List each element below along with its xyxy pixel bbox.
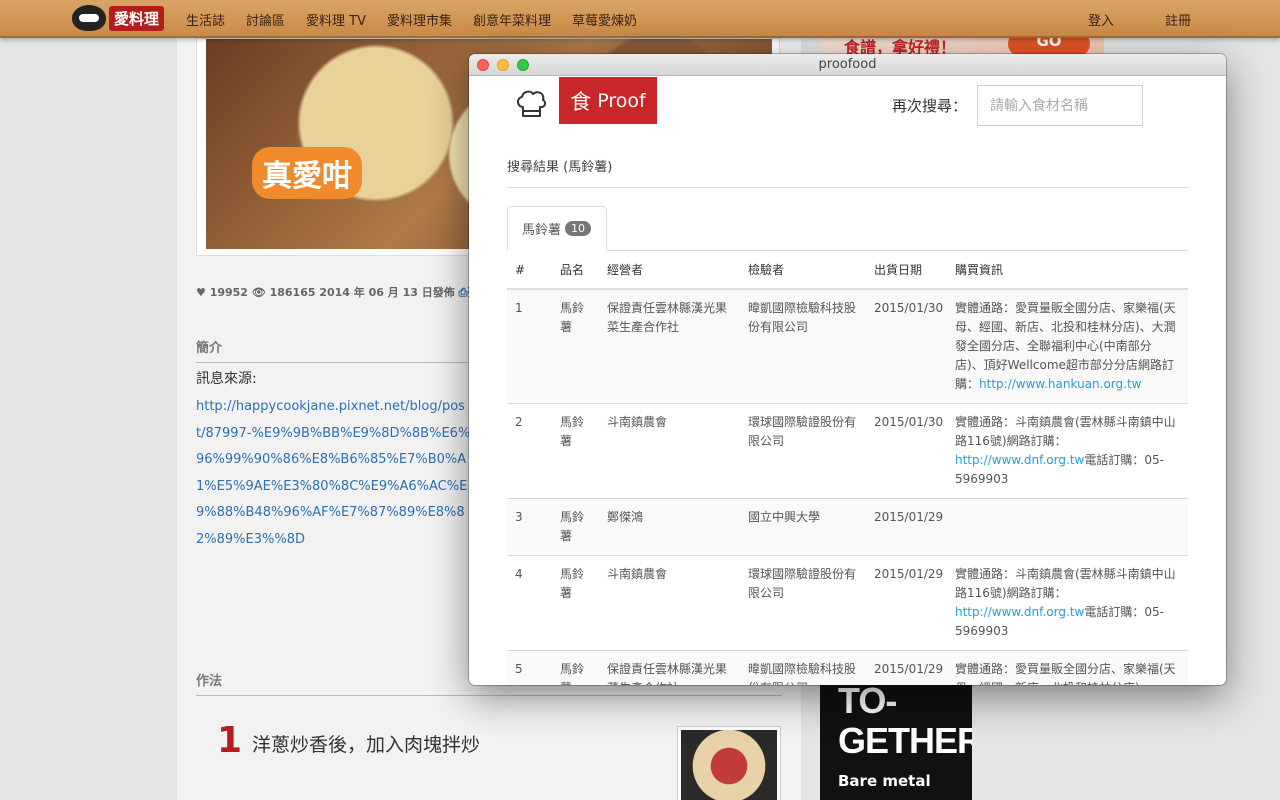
minimize-window-button[interactable] [497, 59, 509, 71]
search-label: 再次搜尋： [892, 97, 968, 115]
row-inspector: 環球國際驗證股份有限公司 [740, 403, 866, 499]
ad-banner-bottom[interactable]: TO- GETHER. Bare metal [820, 684, 972, 800]
row-inspector: 環球國際驗證股份有限公司 [740, 555, 866, 651]
col-header-name: 品名 [552, 251, 599, 290]
row-operator: 鄭傑鴻 [599, 498, 740, 556]
row-number: 4 [507, 555, 552, 651]
ad-line-1: TO- [838, 684, 897, 721]
brand-zh: 食 [570, 89, 592, 114]
brand-en: Proof [597, 89, 646, 112]
row-inspector: 暐凱國際檢驗科技股份有限公司 [740, 288, 866, 404]
col-header-inspector: 檢驗者 [740, 251, 866, 290]
source-url[interactable]: http://happycookjane.pixnet.net/blog/pos… [196, 394, 471, 553]
row-date: 2015/01/29 [866, 555, 947, 651]
buy-link[interactable]: http://www.dnf.org.tw [955, 605, 1084, 619]
row-date: 2015/01/30 [866, 403, 947, 499]
row-date: 2015/01/29 [866, 650, 947, 685]
hero-badge: 真愛咁 [252, 147, 362, 199]
col-header-buy: 購買資訊 [947, 251, 1188, 290]
row-product: 馬鈴薯 [552, 403, 599, 499]
nav-item-tv[interactable]: 愛料理 TV [306, 10, 366, 29]
step-number: 1 [217, 720, 243, 761]
ad-line-2: GETHER. [838, 720, 972, 761]
row-product: 馬鈴薯 [552, 650, 599, 685]
register-link[interactable]: 註冊 [1165, 0, 1191, 38]
row-inspector: 國立中興大學 [740, 498, 866, 556]
result-count-badge: 10 [565, 221, 592, 236]
nav-item-market[interactable]: 愛料理市集 [387, 10, 452, 29]
table-row: 5 馬鈴薯 保證責任雲林縣漢光果菜生產合作社 暐凱國際檢驗科技股份有限公司 20… [507, 650, 1188, 685]
table-row: 2 馬鈴薯 斗南鎮農會 環球國際驗證股份有限公司 2015/01/30 實體通路… [507, 403, 1188, 499]
col-header-operator: 經營者 [599, 251, 740, 290]
nav-item-forum[interactable]: 討論區 [246, 10, 285, 29]
site-logo[interactable]: 愛料理 [72, 4, 165, 32]
col-header-date: 出貨日期 [866, 251, 947, 290]
row-buy-info: 實體通路：愛買量販全國分店、家樂福(天母、經國、新店、北投和桂林分店)、 [947, 650, 1188, 685]
chef-hat-icon [517, 90, 547, 117]
row-number: 1 [507, 288, 552, 404]
row-operator: 斗南鎮農會 [599, 403, 740, 499]
tab-potato[interactable]: 馬鈴薯 10 [507, 206, 607, 251]
row-date: 2015/01/30 [866, 288, 947, 404]
buy-link[interactable]: http://www.hankuan.org.tw [979, 377, 1141, 391]
row-inspector: 暐凱國際檢驗科技股份有限公司 [740, 650, 866, 685]
main-nav: 生活誌 討論區 愛料理 TV 愛料理市集 創意年菜料理 草莓愛煉奶 [186, 0, 658, 38]
proofood-window: proofood 食 Proof 再次搜尋： 搜尋結果 (馬鈴薯) 馬鈴薯 10… [469, 54, 1226, 685]
login-link[interactable]: 登入 [1088, 0, 1114, 38]
results-table: # 品名 經營者 檢驗者 出貨日期 購買資訊 1 馬鈴薯 保證責任雲林縣漢光果菜… [507, 251, 1188, 685]
step-text: 洋蔥炒香後，加入肉塊拌炒 [252, 734, 481, 756]
row-date: 2015/01/29 [866, 498, 947, 556]
table-header-row: # 品名 經營者 檢驗者 出貨日期 購買資訊 [507, 251, 1188, 290]
row-buy-info: 實體通路：斗南鎮農會(雲林縣斗南鎮中山路116號)網路訂購： http://www… [947, 555, 1188, 651]
maximize-window-button[interactable] [517, 59, 529, 71]
logo-text: 愛料理 [109, 5, 165, 31]
row-buy-info: 實體通路：斗南鎮農會(雲林縣斗南鎮中山路116號)網路訂購： http://www… [947, 403, 1188, 499]
buy-text: 實體通路：斗南鎮農會(雲林縣斗南鎮中山路116號)網路訂購： [955, 567, 1176, 600]
row-operator: 保證責任雲林縣漢光果菜生產合作社 [599, 288, 740, 404]
buy-link[interactable]: http://www.dnf.org.tw [955, 453, 1084, 467]
site-header: 愛料理 生活誌 討論區 愛料理 TV 愛料理市集 創意年菜料理 草莓愛煉奶 登入… [0, 0, 1280, 38]
nav-item-newyear[interactable]: 創意年菜料理 [473, 10, 551, 29]
row-operator: 保證責任雲林縣漢光果菜生產合作社 [599, 650, 740, 685]
window-titlebar[interactable]: proofood [469, 54, 1226, 76]
row-operator: 斗南鎮農會 [599, 555, 740, 651]
row-buy-info [947, 498, 1188, 556]
table-row: 1 馬鈴薯 保證責任雲林縣漢光果菜生產合作社 暐凱國際檢驗科技股份有限公司 20… [507, 288, 1188, 404]
row-number: 3 [507, 498, 552, 556]
nav-item-lifestyle[interactable]: 生活誌 [186, 10, 225, 29]
ad-small-text: Bare metal [838, 772, 931, 790]
row-number: 2 [507, 403, 552, 499]
proofood-logo[interactable]: 食 Proof [559, 77, 657, 124]
step-thumbnail[interactable] [677, 726, 781, 800]
row-product: 馬鈴薯 [552, 555, 599, 651]
results-title: 搜尋結果 (馬鈴薯) [507, 156, 1188, 188]
ingredient-search-input[interactable] [977, 85, 1143, 126]
nav-item-strawberry[interactable]: 草莓愛煉奶 [572, 10, 637, 29]
table-row: 3 馬鈴薯 鄭傑鴻 國立中興大學 2015/01/29 [507, 498, 1188, 556]
row-number: 5 [507, 650, 552, 685]
source-label: 訊息來源: [196, 371, 257, 387]
stats-text: ♥ 19952 👁 186165 2014 年 06 月 13 日發佈 [196, 286, 455, 299]
tab-label: 馬鈴薯 [522, 223, 562, 238]
row-product: 馬鈴薯 [552, 288, 599, 404]
row-buy-info: 實體通路：愛買量販全國分店、家樂福(天母、經國、新店、北投和桂林分店)、大潤發全… [947, 288, 1188, 404]
table-row: 4 馬鈴薯 斗南鎮農會 環球國際驗證股份有限公司 2015/01/29 實體通路… [507, 555, 1188, 651]
buy-text: 實體通路：愛買量販全國分店、家樂福(天母、經國、新店、北投和桂林分店)、 [955, 662, 1176, 685]
window-content: 食 Proof 再次搜尋： 搜尋結果 (馬鈴薯) 馬鈴薯 10 # 品名 經營者… [469, 77, 1226, 685]
window-title: proofood [818, 57, 877, 72]
col-header-number: # [507, 251, 552, 290]
pot-icon [72, 5, 106, 31]
buy-text: 實體通路：斗南鎮農會(雲林縣斗南鎮中山路116號)網路訂購： [955, 415, 1176, 448]
recipe-stats: ♥ 19952 👁 186165 2014 年 06 月 13 日發佈 ⎙列印 [196, 284, 489, 300]
close-window-button[interactable] [477, 59, 489, 71]
row-product: 馬鈴薯 [552, 498, 599, 556]
